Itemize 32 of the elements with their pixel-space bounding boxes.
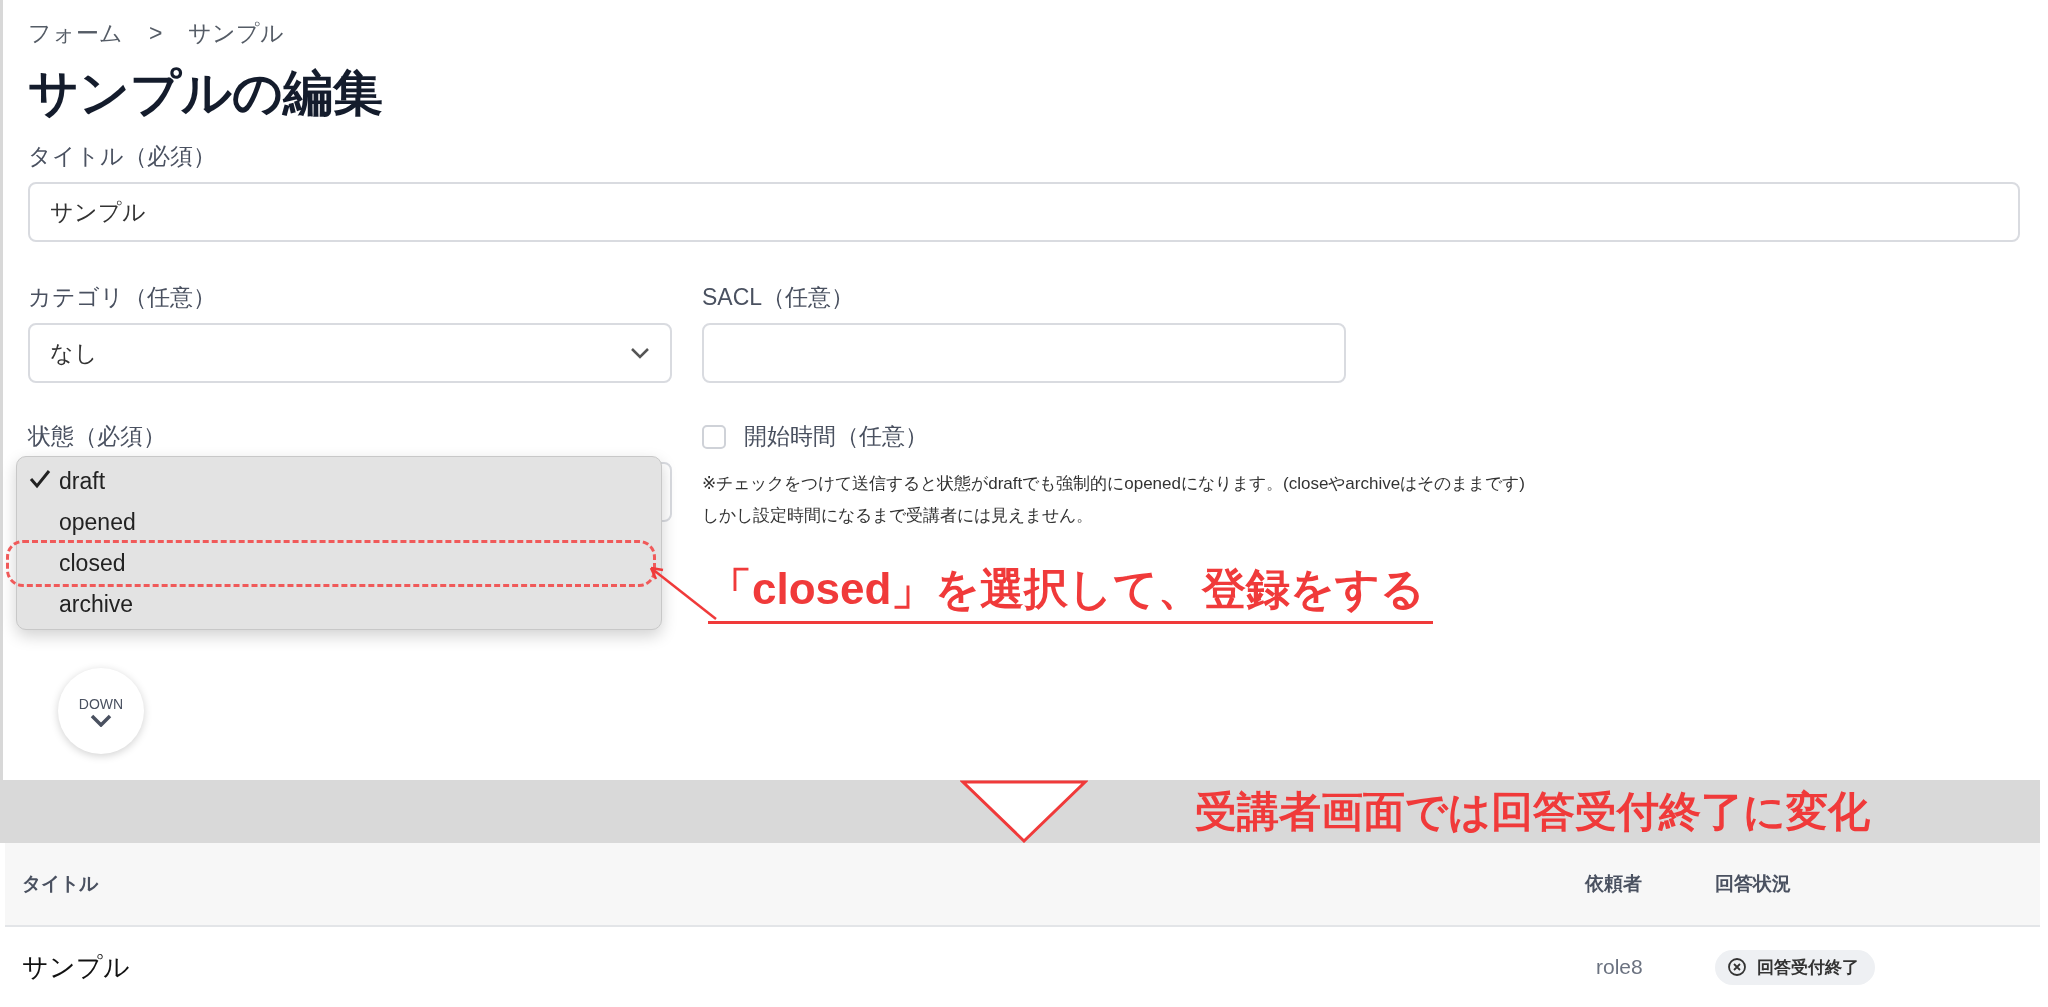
checkbox-label: 開始時間（任意） bbox=[744, 422, 928, 451]
scroll-down-button[interactable]: DOWN bbox=[58, 668, 144, 754]
column-header: 依頼者 bbox=[1585, 872, 1643, 896]
page-title: サンプルの編集 bbox=[28, 64, 384, 123]
title-field[interactable]: サンプル bbox=[28, 182, 2020, 242]
annotation-text: 「closed」を選択して、登録をする bbox=[708, 560, 1434, 624]
close-circle-icon bbox=[1727, 957, 1747, 977]
field-label: カテゴリ（任意） bbox=[28, 283, 217, 312]
column-header: タイトル bbox=[22, 872, 99, 896]
help-text: しかし設定時間になるまで受講者には見えません。 bbox=[702, 505, 1093, 527]
checkbox[interactable] bbox=[702, 424, 726, 449]
breadcrumb-separator: > bbox=[149, 19, 163, 47]
breadcrumb-link[interactable]: フォーム bbox=[28, 17, 123, 49]
table-cell-text: サンプル bbox=[22, 950, 131, 984]
checkmark-icon bbox=[29, 469, 51, 489]
column-header: 回答状況 bbox=[1715, 872, 1792, 896]
dropdown-option[interactable]: archive bbox=[17, 584, 661, 625]
dropdown-option[interactable]: opened bbox=[17, 502, 661, 543]
breadcrumb-current: サンプル bbox=[188, 18, 285, 48]
chevron-down-icon bbox=[630, 347, 650, 359]
status-badge: 回答受付終了 bbox=[1715, 949, 1875, 985]
field-label: タイトル（必須） bbox=[28, 142, 217, 171]
annotation-text: 受講者画面では回答受付終了に変化 bbox=[1195, 786, 1870, 837]
dropdown-option[interactable]: draft bbox=[17, 461, 661, 502]
chevron-down-icon bbox=[90, 713, 112, 727]
dropdown-option[interactable]: closed bbox=[9, 543, 653, 584]
category-select[interactable]: なし bbox=[28, 323, 672, 383]
field-label: SACL（任意） bbox=[702, 283, 856, 312]
sacl-field[interactable] bbox=[702, 323, 1346, 383]
table-cell-text: role8 bbox=[1595, 955, 1644, 979]
field-label: 状態（必須） bbox=[28, 422, 167, 451]
help-text: ※チェックをつけて送信すると状態がdraftでも強制的にopenedになります。(closeやarchiveはそのままです) bbox=[702, 473, 1525, 495]
